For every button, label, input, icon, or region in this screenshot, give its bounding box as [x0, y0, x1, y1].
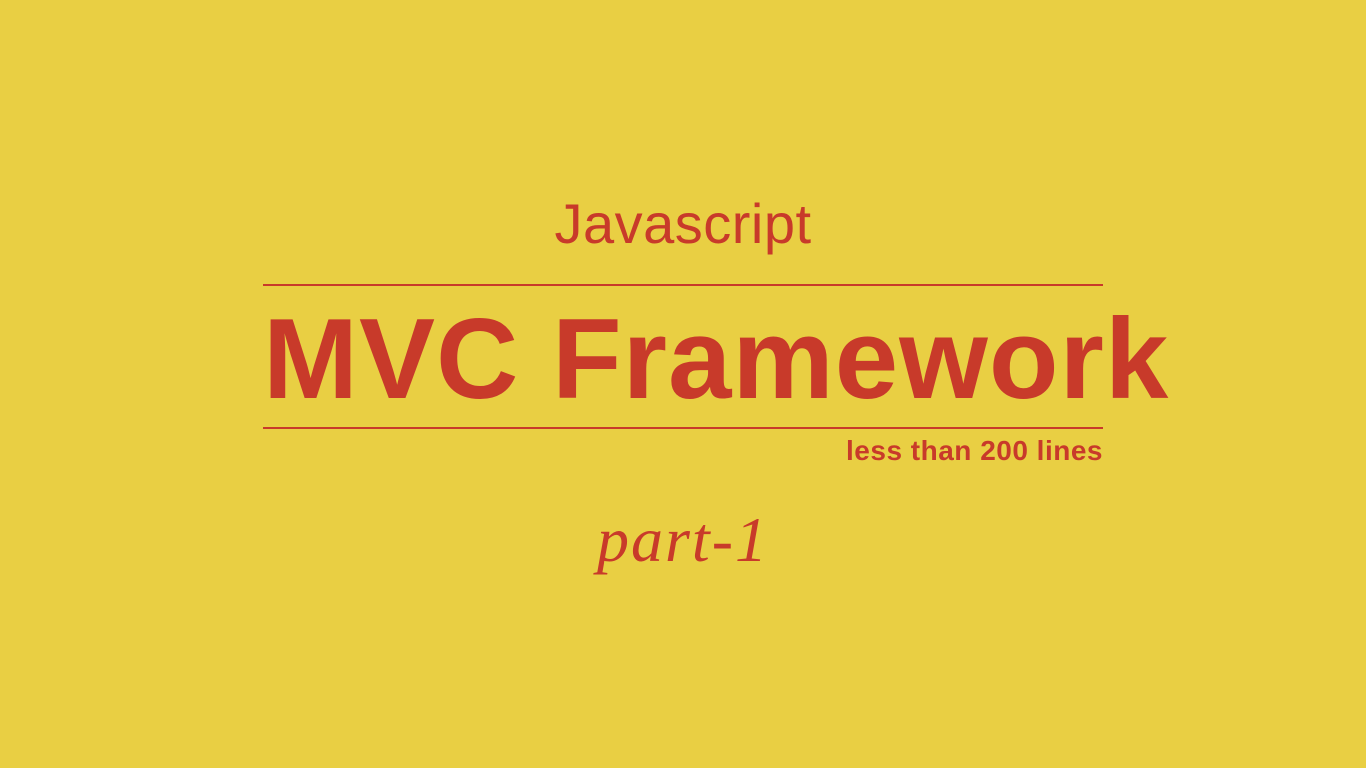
main-title: MVC Framework: [263, 286, 1103, 428]
title-card: Javascript MVC Framework less than 200 l…: [263, 191, 1103, 578]
top-label: Javascript: [263, 191, 1103, 256]
subtitle-row: less than 200 lines: [263, 429, 1103, 469]
subtitle: less than 200 lines: [846, 435, 1103, 467]
part-label: part-1: [263, 503, 1103, 577]
